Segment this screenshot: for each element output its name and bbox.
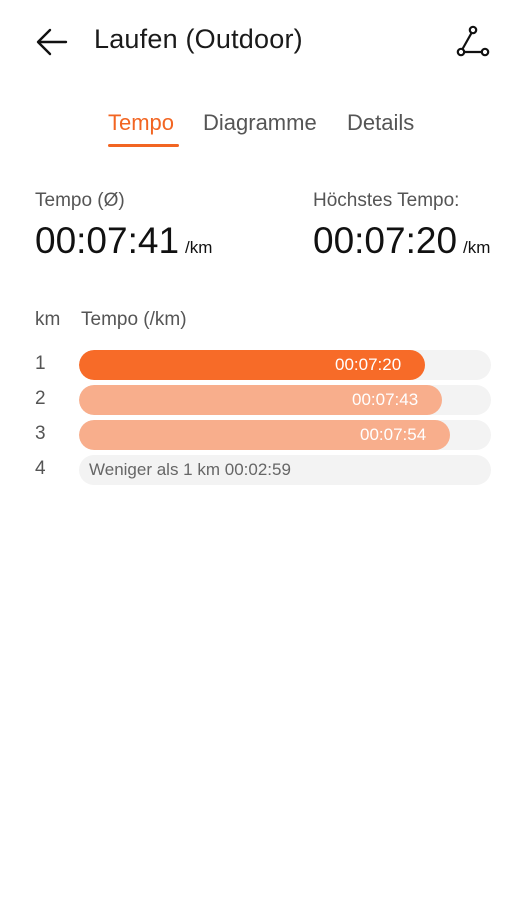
split-bar-track: 00:07:20 [79, 350, 491, 380]
split-bar-track: 00:07:54 [79, 420, 491, 450]
active-tab-indicator [108, 144, 179, 147]
avg-pace-stat: Tempo (Ø) 00:07:41/km [35, 190, 212, 262]
split-bar-track: Weniger als 1 km 00:02:59 [79, 455, 491, 485]
avg-pace-value: 00:07:41 [35, 220, 180, 261]
route-icon [456, 25, 490, 57]
split-bar-track: 00:07:43 [79, 385, 491, 415]
split-row: 3 00:07:54 [0, 420, 526, 450]
route-button[interactable] [452, 22, 494, 62]
split-time: 00:07:43 [352, 390, 419, 409]
back-button[interactable] [32, 22, 72, 62]
split-bar: 00:07:20 [79, 350, 425, 380]
partial-split-text: Weniger als 1 km 00:02:59 [89, 460, 291, 479]
split-time: 00:07:54 [360, 425, 427, 444]
split-row-partial: 4 Weniger als 1 km 00:02:59 [0, 455, 526, 485]
tab-details[interactable]: Details [347, 110, 414, 136]
tab-bar: Tempo Diagramme Details [0, 104, 526, 154]
page-title: Laufen (Outdoor) [94, 24, 303, 54]
split-km: 4 [35, 458, 46, 479]
app-bar: Laufen (Outdoor) [0, 0, 526, 84]
best-pace-label: Höchstes Tempo: [313, 190, 460, 211]
split-row: 1 00:07:20 [0, 350, 526, 380]
split-time: 00:07:20 [335, 355, 402, 374]
tab-diagramme[interactable]: Diagramme [203, 110, 317, 136]
tab-tempo[interactable]: Tempo [108, 110, 174, 136]
best-pace-value: 00:07:20 [313, 220, 458, 261]
split-row: 2 00:07:43 [0, 385, 526, 415]
best-pace-stat: Höchstes Tempo: 00:07:20/km [313, 190, 490, 262]
split-bar: 00:07:54 [79, 420, 450, 450]
split-bar: 00:07:43 [79, 385, 442, 415]
split-km: 2 [35, 388, 46, 409]
split-km: 1 [35, 353, 46, 374]
avg-pace-unit: /km [185, 238, 213, 257]
pace-column-header: Tempo (/km) [81, 309, 187, 330]
km-column-header: km [35, 309, 61, 330]
split-km: 3 [35, 423, 46, 444]
avg-pace-label: Tempo (Ø) [35, 190, 125, 211]
arrow-left-icon [36, 28, 68, 56]
best-pace-unit: /km [463, 238, 491, 257]
